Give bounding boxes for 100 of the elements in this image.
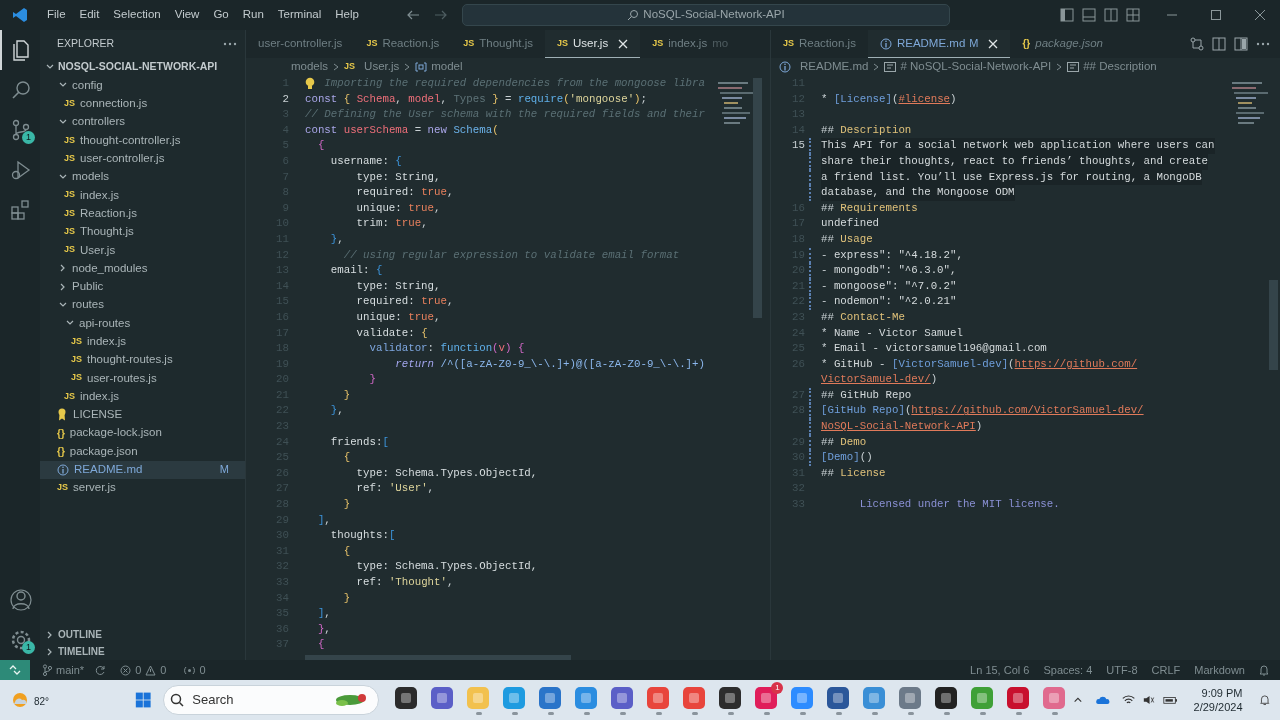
tree-item[interactable]: JS Thought.js [40, 222, 245, 241]
problems-button[interactable]: 0 0 [114, 660, 173, 680]
app-tile-icon[interactable] [394, 686, 419, 710]
status-item[interactable]: Spaces: 4 [1036, 661, 1100, 679]
tree-item[interactable]: {} package.json [40, 442, 245, 461]
tree-item[interactable]: Public [40, 277, 245, 296]
tree-item[interactable]: JS index.js [40, 186, 245, 205]
breadcrumb-item[interactable]: User.js [364, 58, 400, 76]
tree-item[interactable]: LICENSE [40, 405, 245, 424]
tree-item[interactable]: JS connection.js [40, 94, 245, 113]
app-tile-icon[interactable] [538, 686, 563, 710]
tree-item[interactable]: JS user-routes.js [40, 369, 245, 388]
menu-item[interactable]: Edit [72, 6, 107, 24]
tree-item[interactable]: JS user-controller.js [40, 149, 245, 168]
editor-tab[interactable]: {} package.json [1010, 30, 1116, 58]
menu-item[interactable]: Run [235, 6, 271, 24]
split-editor-icon[interactable] [1234, 37, 1248, 51]
status-item[interactable]: Markdown [1187, 661, 1252, 679]
editor-tab[interactable]: JS User.js [545, 30, 641, 58]
taskbar-search[interactable]: Search [163, 685, 380, 715]
battery-icon[interactable] [1162, 694, 1178, 706]
bell-icon[interactable] [1258, 693, 1270, 707]
editor-tab[interactable]: JS Reaction.js [354, 30, 452, 58]
tree-item[interactable]: config [40, 76, 245, 95]
app-tile-icon[interactable] [610, 686, 635, 710]
ports-button[interactable]: 0 [178, 660, 212, 680]
status-item[interactable]: CRLF [1144, 661, 1188, 679]
more-icon[interactable] [1256, 42, 1270, 46]
section-header[interactable]: TIMELINE [40, 643, 245, 660]
tree-item[interactable]: controllers [40, 112, 245, 132]
app-tile-icon[interactable] [862, 686, 887, 710]
breadcrumb-item[interactable]: # NoSQL-Social-Network-API [900, 58, 1052, 76]
app-tile-icon[interactable] [574, 686, 599, 710]
tree-item[interactable]: JS thought-routes.js [40, 350, 245, 370]
menu-item[interactable]: Go [206, 6, 236, 24]
app-tile-icon[interactable] [790, 686, 815, 710]
menu-item[interactable]: Terminal [270, 6, 329, 24]
tree-item[interactable]: JS Reaction.js [40, 204, 245, 223]
tree-item[interactable]: README.md M [40, 460, 245, 479]
tree-item[interactable]: {} package-lock.json [40, 423, 245, 443]
breadcrumb-item[interactable]: models [291, 58, 329, 76]
tree-item[interactable]: models [40, 167, 245, 187]
status-item[interactable]: UTF-8 [1099, 661, 1145, 679]
activity-bar-item[interactable]: 1 [0, 110, 40, 150]
app-tile-icon[interactable] [682, 686, 707, 710]
clock[interactable]: 9:09 PM 2/29/2024 [1187, 685, 1249, 715]
activity-bar-item[interactable]: 1 [0, 620, 40, 660]
menu-item[interactable]: View [167, 6, 207, 24]
tree-item[interactable]: routes [40, 295, 245, 315]
lightbulb-icon[interactable] [305, 77, 315, 91]
editor-tab[interactable]: JS Thought.js [451, 30, 545, 58]
layout-grid-icon[interactable] [1126, 8, 1140, 22]
tree-item[interactable]: JS index.js [40, 332, 245, 351]
app-tile-icon[interactable] [718, 686, 743, 710]
forward-arrow-icon[interactable] [433, 9, 448, 21]
compare-icon[interactable] [1190, 37, 1204, 51]
app-tile-icon[interactable] [934, 686, 959, 710]
menu-item[interactable]: Selection [106, 6, 168, 24]
app-tile-icon[interactable] [430, 686, 455, 710]
tree-item[interactable]: api-routes [40, 314, 245, 333]
editor-tab[interactable]: JS Reaction.js [771, 30, 868, 58]
tree-item[interactable]: node_modules [40, 259, 245, 278]
status-item[interactable]: Ln 15, Col 6 [963, 661, 1037, 679]
app-tile-icon[interactable] [898, 686, 923, 710]
maximize-icon[interactable] [1210, 9, 1222, 21]
command-search-field[interactable]: NoSQL-Social-Network-API [461, 4, 950, 26]
back-arrow-icon[interactable] [405, 9, 420, 21]
app-tile-icon[interactable] [826, 686, 851, 710]
sync-icon[interactable] [94, 664, 107, 676]
editor-tab[interactable]: user-controller.js [246, 30, 355, 58]
scrollbar-thumb[interactable] [305, 655, 571, 660]
app-tile-icon[interactable] [502, 686, 527, 710]
app-tile-icon[interactable] [970, 686, 995, 710]
breadcrumb-item[interactable]: model [431, 58, 463, 76]
app-tile-icon[interactable] [1006, 686, 1031, 710]
tree-item[interactable]: JS index.js [40, 387, 245, 406]
branch-button[interactable]: main* [36, 660, 91, 680]
more-icon[interactable] [223, 42, 237, 46]
menu-item[interactable]: File [40, 6, 73, 24]
start-icon[interactable] [134, 690, 152, 710]
app-tile-icon[interactable] [646, 686, 671, 710]
section-header[interactable]: OUTLINE [40, 626, 245, 643]
folder-header[interactable]: NOSQL-SOCIAL-NETWORK-API [40, 58, 245, 77]
scrollbar-thumb[interactable] [1269, 280, 1278, 370]
wifi-icon[interactable] [1122, 694, 1136, 706]
app-tile-icon[interactable] [1042, 686, 1067, 710]
cloud-icon[interactable] [1095, 694, 1111, 706]
menu-item[interactable]: Help [328, 6, 366, 24]
bell-icon[interactable] [1258, 664, 1270, 676]
volume-icon[interactable] [1143, 694, 1155, 706]
preview-icon[interactable] [1212, 37, 1226, 51]
breadcrumb-item[interactable]: ## Description [1083, 58, 1157, 76]
layout-sidebar-icon[interactable] [1060, 8, 1074, 22]
breadcrumb-item[interactable]: README.md [800, 58, 869, 76]
tree-item[interactable]: JS server.js [40, 478, 245, 498]
tree-item[interactable]: JS User.js [40, 240, 245, 260]
app-tile-icon[interactable] [466, 686, 491, 710]
scrollbar-thumb[interactable] [753, 78, 762, 318]
layout-panel-icon[interactable] [1082, 8, 1096, 22]
editor-tab[interactable]: README.md M [867, 30, 1011, 58]
